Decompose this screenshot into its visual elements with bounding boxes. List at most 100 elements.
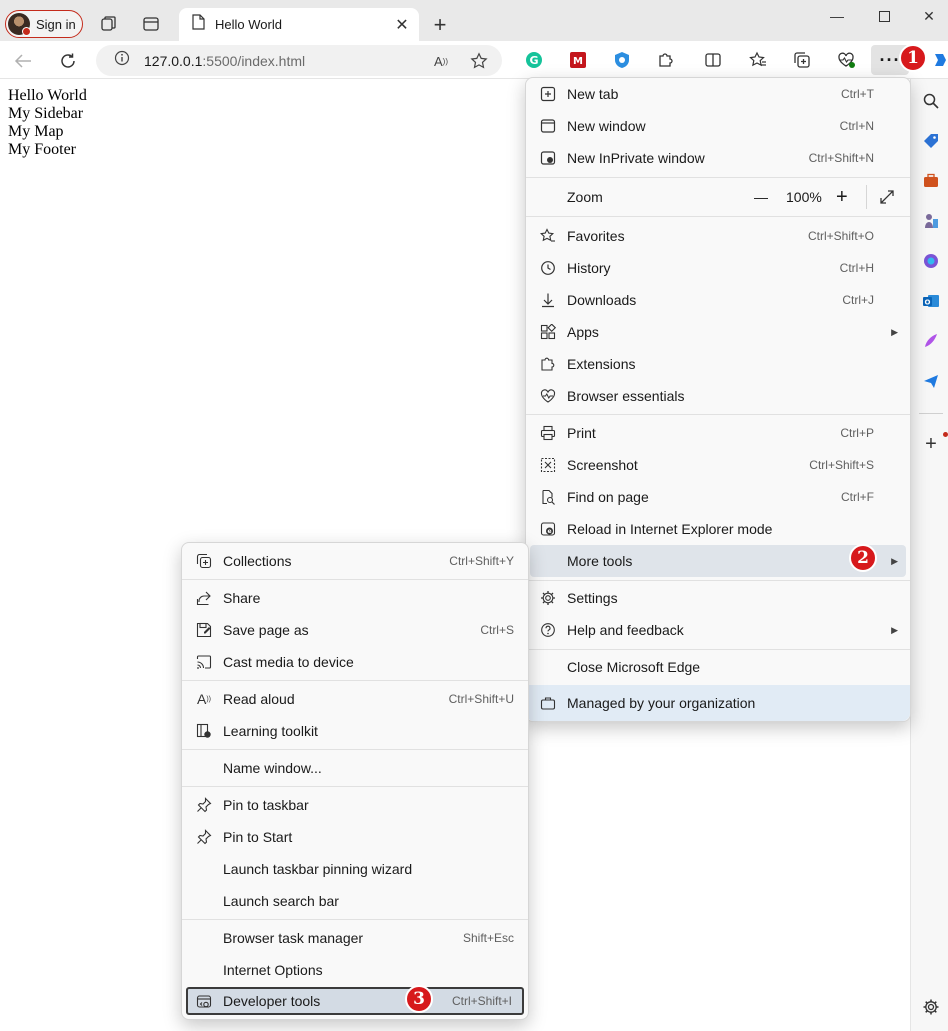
menu-item-history[interactable]: History Ctrl+H: [526, 252, 910, 284]
shield-extension-icon[interactable]: [611, 49, 633, 71]
menu-item-ie-mode[interactable]: e Reload in Internet Explorer mode: [526, 513, 910, 545]
menu-label: Close Microsoft Edge: [567, 659, 701, 675]
menu-item-print[interactable]: Print Ctrl+P: [526, 417, 910, 449]
new-tab-button[interactable]: +: [428, 12, 452, 37]
menu-item-read-aloud[interactable]: A)) Read aloud Ctrl+Shift+U: [182, 683, 528, 715]
menu-item-name-window[interactable]: Name window...: [182, 752, 528, 784]
menu-label: Managed by your organization: [567, 695, 756, 711]
find-icon: [539, 488, 557, 506]
search-icon[interactable]: [921, 91, 941, 111]
menu-shortcut: Ctrl+F: [841, 490, 874, 504]
designer-icon[interactable]: [921, 331, 941, 351]
menu-label: New window: [567, 118, 646, 134]
info-icon[interactable]: [114, 50, 130, 71]
copilot-icon[interactable]: [929, 49, 948, 71]
close-tab-icon[interactable]: ✕: [391, 14, 413, 36]
menu-item-save-page[interactable]: Save page as Ctrl+S: [182, 614, 528, 646]
menu-item-collections[interactable]: Collections Ctrl+Shift+Y: [182, 545, 528, 577]
page-text-line: My Map: [8, 123, 64, 140]
menu-item-find-on-page[interactable]: Find on page Ctrl+F: [526, 481, 910, 513]
menu-item-managed[interactable]: Managed by your organization: [526, 685, 910, 721]
menu-label: Browser task manager: [223, 930, 364, 946]
svg-text:O: O: [925, 299, 931, 307]
menu-shortcut: Ctrl+P: [840, 426, 874, 440]
url-path: :5500/index.html: [202, 52, 306, 69]
menu-shortcut: Ctrl+Shift+U: [448, 692, 514, 706]
minimize-button[interactable]: —: [814, 4, 860, 28]
add-sidebar-app-icon[interactable]: +: [921, 433, 941, 455]
menu-item-favorites[interactable]: Favorites Ctrl+Shift+O: [526, 220, 910, 252]
games-icon[interactable]: [921, 211, 941, 231]
menu-item-extensions[interactable]: Extensions: [526, 348, 910, 380]
svg-text:G: G: [529, 54, 538, 67]
help-icon: [539, 621, 557, 639]
menu-label: Internet Options: [223, 962, 323, 978]
shopping-tag-icon[interactable]: [921, 131, 941, 151]
save-icon: [195, 621, 213, 639]
refresh-button[interactable]: [55, 48, 81, 74]
maximize-button[interactable]: [861, 4, 907, 28]
menu-item-new-tab[interactable]: New tab Ctrl+T: [526, 78, 910, 110]
tools-briefcase-icon[interactable]: [921, 171, 941, 191]
menu-label: More tools: [567, 553, 633, 569]
menu-item-inprivate[interactable]: New InPrivate window Ctrl+Shift+N: [526, 142, 910, 174]
ie-mode-icon: e: [539, 520, 557, 538]
menu-item-screenshot[interactable]: Screenshot Ctrl+Shift+S: [526, 449, 910, 481]
menu-item-downloads[interactable]: Downloads Ctrl+J: [526, 284, 910, 316]
menu-shortcut: Shift+Esc: [462, 931, 514, 945]
collections-toolbar-icon[interactable]: [791, 49, 813, 71]
menu-label: History: [567, 260, 611, 276]
mendeley-icon[interactable]: M: [567, 49, 589, 71]
fullscreen-icon[interactable]: [878, 188, 896, 211]
menu-item-pinning-wizard[interactable]: Launch taskbar pinning wizard: [182, 853, 528, 885]
menu-item-search-bar[interactable]: Launch search bar: [182, 885, 528, 917]
menu-item-pin-taskbar[interactable]: Pin to taskbar: [182, 789, 528, 821]
title-bar: Sign in Hello World ✕ + — ✕: [0, 0, 948, 41]
read-aloud-icon[interactable]: A)): [430, 51, 452, 71]
menu-separator: [526, 414, 910, 415]
microsoft-365-icon[interactable]: [921, 251, 941, 271]
menu-separator: [182, 749, 528, 750]
menu-item-apps[interactable]: Apps ▶: [526, 316, 910, 348]
favorite-star-icon[interactable]: [468, 51, 490, 71]
menu-item-task-manager[interactable]: Browser task manager Shift+Esc: [182, 922, 528, 954]
zoom-in-button[interactable]: +: [836, 186, 848, 209]
collections-icon: [195, 552, 213, 570]
profile-label: Sign in: [36, 16, 76, 32]
url-text: 127.0.0.1:5500/index.html: [144, 53, 305, 69]
grammarly-icon[interactable]: G: [523, 49, 545, 71]
menu-item-cast[interactable]: Cast media to device: [182, 646, 528, 678]
menu-item-pin-start[interactable]: Pin to Start: [182, 821, 528, 853]
drop-send-icon[interactable]: [921, 371, 941, 391]
menu-item-share[interactable]: Share: [182, 582, 528, 614]
favorites-icon: [539, 227, 557, 245]
page-content: Hello World My Sidebar My Map My Footer: [8, 87, 87, 159]
menu-item-learning-toolkit[interactable]: Learning toolkit: [182, 715, 528, 747]
menu-item-help-feedback[interactable]: Help and feedback ▶: [526, 614, 910, 646]
profile-button[interactable]: Sign in: [5, 10, 83, 38]
close-window-button[interactable]: ✕: [906, 4, 948, 28]
zoom-out-button[interactable]: —: [754, 189, 768, 205]
favorites-toolbar-icon[interactable]: [747, 49, 769, 71]
split-screen-icon[interactable]: [702, 49, 724, 71]
menu-item-developer-tools[interactable]: Developer tools Ctrl+Shift+I: [186, 987, 524, 1015]
menu-item-settings[interactable]: Settings: [526, 582, 910, 614]
workspaces-icon[interactable]: [98, 13, 120, 35]
address-bar[interactable]: 127.0.0.1:5500/index.html A)): [96, 45, 502, 76]
back-button[interactable]: [10, 48, 36, 74]
sidebar-settings-gear-icon[interactable]: [921, 997, 941, 1017]
pin-icon: [195, 828, 213, 846]
vertical-tabs-icon[interactable]: [140, 13, 162, 35]
tab-hello-world[interactable]: Hello World ✕: [179, 8, 419, 41]
svg-text:M: M: [573, 56, 583, 67]
zoom-divider: [866, 185, 867, 209]
menu-item-browser-essentials[interactable]: Browser essentials: [526, 380, 910, 412]
menu-item-internet-options[interactable]: Internet Options: [182, 954, 528, 986]
menu-item-new-window[interactable]: New window Ctrl+N: [526, 110, 910, 142]
menu-item-close-edge[interactable]: Close Microsoft Edge: [526, 651, 910, 683]
history-icon: [539, 259, 557, 277]
outlook-icon[interactable]: O: [921, 291, 941, 311]
svg-text:e: e: [547, 528, 551, 535]
extensions-puzzle-icon[interactable]: [655, 49, 677, 71]
browser-essentials-icon[interactable]: [835, 49, 857, 71]
